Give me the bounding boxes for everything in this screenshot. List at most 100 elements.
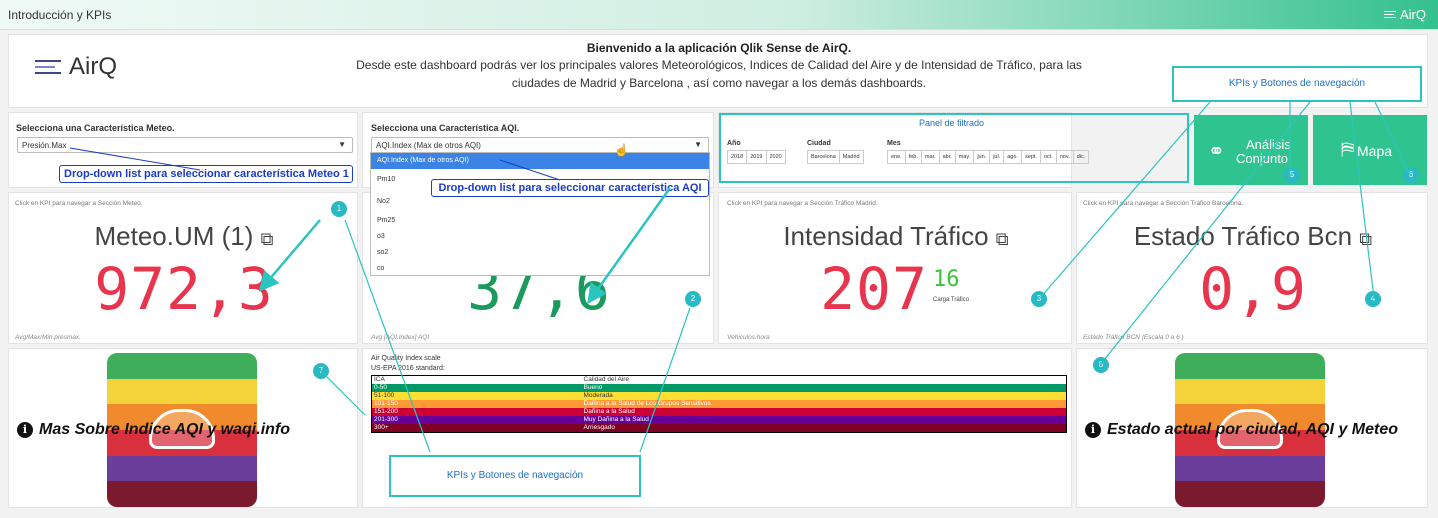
header-cell: Calidad del Aire bbox=[583, 376, 630, 383]
info-icon: i bbox=[1085, 422, 1101, 438]
city-filter: Barcelona Madrid bbox=[807, 150, 864, 164]
current-state-panel[interactable]: i Estado actual por ciudad, AQI y Meteo … bbox=[1076, 348, 1428, 508]
aqi-dropdown[interactable]: AQI.Index (Max de otros AQI) ▼ bbox=[371, 137, 709, 153]
table-row: 101-150 Dañina a la Salud de Los Grupos S… bbox=[371, 400, 1067, 408]
month-chip[interactable]: oct. bbox=[1041, 151, 1057, 163]
table-cell: Muy Dañina a la Salud bbox=[583, 416, 649, 423]
table-cell: Moderada bbox=[583, 392, 613, 399]
month-chip[interactable]: jun. bbox=[974, 151, 991, 163]
city-filter-label: Ciudad bbox=[807, 140, 831, 147]
aqi-option[interactable]: o3 bbox=[371, 229, 709, 245]
year-chip[interactable]: 2019 bbox=[747, 151, 767, 163]
analysis-label-2: Conjunto bbox=[1236, 151, 1289, 166]
marker-4: 4 bbox=[1365, 291, 1381, 307]
year-chip[interactable]: 2018 bbox=[728, 151, 748, 163]
marker-3: 3 bbox=[1031, 291, 1047, 307]
kpi-footer: Vehiculos.hora bbox=[727, 334, 770, 341]
city-chip[interactable]: Madrid bbox=[840, 151, 863, 163]
marker-1: 1 bbox=[331, 201, 347, 217]
month-chip[interactable]: ago. bbox=[1004, 151, 1022, 163]
aqi-annotation: Drop-down list para seleccionar caracter… bbox=[431, 179, 709, 197]
aqi-scale-subtitle: US-EPA 2016 standard: bbox=[371, 365, 445, 372]
more-aqi-panel[interactable]: i Mas Sobre Indice AQI y waqi.info 7 bbox=[8, 348, 358, 508]
map-icon: ⛿ bbox=[1341, 139, 1355, 159]
aqi-scale-table: ICA Calidad del Aire 0-50 Bueno 51-100 Mod… bbox=[371, 375, 1067, 433]
welcome-line-2: ciudades de Madrid y Barcelona , así com… bbox=[511, 76, 927, 90]
kpi-title: Intensidad Tráfico ⧉ bbox=[719, 221, 1073, 252]
month-filter: ene. feb. mar. abr. may. jun. jul. ago. … bbox=[887, 150, 1090, 164]
kpi-footer: Estado Tráfico BCN (Escala 0 a 6 ) bbox=[1083, 334, 1184, 341]
airq-logo-icon bbox=[35, 60, 61, 74]
year-chip[interactable]: 2020 bbox=[767, 151, 785, 163]
aqi-option[interactable]: co bbox=[371, 261, 709, 277]
analysis-label-1: Análisis bbox=[1246, 137, 1291, 152]
welcome-line-1: Desde este dashboard podrás ver los prin… bbox=[356, 58, 1082, 72]
marker-5: 5 bbox=[1284, 167, 1300, 183]
aqi-options-list: AQI.Index (Max de otros AQI) Pm10 No2 Pm… bbox=[370, 152, 710, 276]
meteo-dropdown[interactable]: Presión.Max ▼ bbox=[17, 137, 353, 153]
aqi-option[interactable]: AQI.Index (Max de otros AQI) bbox=[371, 153, 709, 169]
app-logo: AirQ bbox=[35, 53, 117, 81]
kpi-traffic-madrid[interactable]: Click en KPI para navegar a Sección Tráf… bbox=[718, 192, 1072, 344]
current-state-text: Estado actual por ciudad, AQI y Meteo bbox=[1107, 421, 1399, 438]
aqi-dropdown-value: AQI.Index (Max de otros AQI) bbox=[376, 141, 481, 150]
marker-2: 2 bbox=[685, 291, 701, 307]
kpi-value: 207 bbox=[820, 255, 928, 323]
kpi-value: 972,3 bbox=[94, 255, 274, 323]
aqi-option[interactable]: so2 bbox=[371, 245, 709, 261]
month-filter-label: Mes bbox=[887, 140, 901, 147]
meteo-select-label: Selecciona una Característica Meteo. bbox=[16, 123, 175, 133]
chevron-down-icon: ▼ bbox=[694, 140, 702, 149]
table-row: 151-200 Dañina a la Salud bbox=[371, 408, 1067, 416]
kpi-traffic-bcn[interactable]: Click en KPI para navegar a Sección Tráf… bbox=[1076, 192, 1428, 344]
current-state-link[interactable]: i Estado actual por ciudad, AQI y Meteo bbox=[1085, 421, 1398, 439]
network-icon: ⚭ bbox=[1208, 141, 1225, 163]
kpi-nav-annotation-text: KPIs y Botones de navegación bbox=[446, 470, 584, 481]
kpi-value: 0,9 bbox=[1199, 255, 1307, 323]
meteo-annotation: Drop-down list para seleccionar caracter… bbox=[59, 165, 353, 183]
city-chip[interactable]: Barcelona bbox=[808, 151, 840, 163]
table-cell: 201-300 bbox=[374, 416, 398, 423]
aqi-scale-panel: Air Quality Index scale US-EPA 2016 stan… bbox=[362, 348, 1072, 508]
month-chip[interactable]: dic. bbox=[1074, 151, 1089, 163]
month-chip[interactable]: feb. bbox=[906, 151, 922, 163]
kpi-meteo[interactable]: Click en KPI para navegar a Sección Mete… bbox=[8, 192, 358, 344]
table-cell: Arriesgado bbox=[583, 424, 615, 431]
kpi-title-text: Meteo.UM (1) bbox=[94, 221, 254, 251]
month-chip[interactable]: jul. bbox=[990, 151, 1005, 163]
table-cell: Dañina a la Salud bbox=[583, 408, 635, 415]
table-cell: 101-150 bbox=[374, 400, 398, 407]
table-row: 51-100 Moderada bbox=[371, 392, 1067, 400]
table-row: 201-300 Muy Dañina a la Salud bbox=[371, 416, 1067, 424]
logo-text: AirQ bbox=[69, 53, 117, 80]
marker-6: 6 bbox=[1403, 167, 1419, 183]
map-label: Mapa bbox=[1357, 143, 1393, 159]
top-bar: Introducción y KPIs AirQ bbox=[0, 0, 1438, 30]
airq-logo-icon bbox=[1384, 11, 1396, 18]
analysis-button[interactable]: ⚭ Análisis Conjunto 5 bbox=[1194, 115, 1308, 185]
more-aqi-link[interactable]: i Mas Sobre Indice AQI y waqi.info bbox=[17, 421, 290, 439]
month-chip[interactable]: may. bbox=[956, 151, 975, 163]
kpi-title: Meteo.UM (1) ⧉ bbox=[9, 221, 359, 252]
table-header: ICA Calidad del Aire bbox=[372, 376, 1067, 385]
header-cell: ICA bbox=[374, 376, 385, 383]
table-cell: Dañina a la Salud de Los Grupos Sensitiv… bbox=[583, 400, 711, 407]
welcome-title: Bienvenido a la aplicación Qlik Sense de… bbox=[586, 41, 852, 55]
kpi-nav-annotation: KPIs y Botones de navegación bbox=[389, 455, 641, 497]
map-button[interactable]: ⛿ Mapa 6 bbox=[1313, 115, 1427, 185]
external-link-icon: ⧉ bbox=[1359, 229, 1373, 249]
kpi-title: Estado Tráfico Bcn ⧉ bbox=[1077, 221, 1429, 252]
month-chip[interactable]: mar. bbox=[922, 151, 940, 163]
month-chip[interactable]: ene. bbox=[888, 151, 906, 163]
aqi-option[interactable]: Pm25 bbox=[371, 213, 709, 229]
kpi-footer: Avg [AQI.Index] AQI bbox=[371, 334, 430, 341]
kpi-title-text: Intensidad Tráfico bbox=[783, 221, 989, 251]
meteo-dropdown-value: Presión.Max bbox=[22, 141, 67, 150]
aqi-scale-title: Air Quality Index scale bbox=[371, 355, 441, 362]
month-chip[interactable]: abr. bbox=[940, 151, 956, 163]
month-chip[interactable]: nov. bbox=[1057, 151, 1074, 163]
nav-annotation-text: KPIs y Botones de navegación bbox=[1228, 78, 1366, 89]
kpi-note: Click en KPI para navegar a Sección Tráf… bbox=[727, 200, 878, 207]
kpi-sub-label: Carga Tráfico bbox=[933, 297, 970, 303]
month-chip[interactable]: sept. bbox=[1022, 151, 1041, 163]
